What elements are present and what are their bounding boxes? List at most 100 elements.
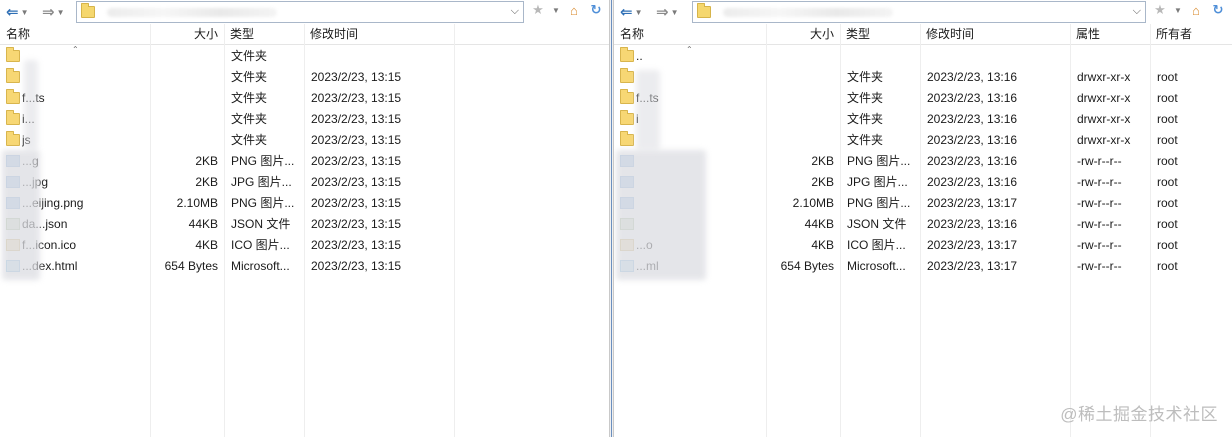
cell-perms: -rw-r--r-- — [1077, 175, 1122, 189]
remote-path-combobox[interactable]: ⌵ — [692, 1, 1146, 23]
cell-type: 文件夹 — [231, 70, 268, 84]
folder-icon — [6, 131, 20, 146]
bookmark-star-icon[interactable]: ★ — [530, 2, 546, 18]
cell-modified — [927, 46, 1067, 67]
file-row[interactable]: 2KB PNG 图片... 2023/2/23, 13:16 -rw-r--r-- ro… — [614, 151, 1232, 172]
file-row[interactable]: i文件夹2023/2/23, 13:16drwxr-xr-xroot — [614, 109, 1232, 130]
cell-type: 文件夹 — [847, 91, 884, 105]
file-row[interactable]: ...eijing.png 2.10MB PNG 图片... 2023/2/23, 1… — [0, 193, 609, 214]
file-row[interactable]: 44KB JSON 文件 2023/2/23, 13:16 -rw-r--r-- roo… — [614, 214, 1232, 235]
file-row[interactable]: 文件夹 2023/2/23, 13:15 — [0, 67, 609, 88]
cell-size: 2KB — [195, 154, 218, 168]
cell-name: f...ts — [22, 88, 148, 109]
redaction-blur — [636, 70, 660, 150]
file-row[interactable]: 文件夹 2023/2/23, 13:16 drwxr-xr-x root — [614, 130, 1232, 151]
cell-name: .. — [636, 49, 643, 63]
back-arrow-icon: ⇐ — [620, 4, 633, 21]
refresh-icon[interactable]: ↻ — [588, 2, 604, 18]
back-history-dropdown-icon[interactable]: ▼ — [635, 8, 643, 17]
column-name[interactable]: 名称 — [0, 24, 150, 45]
column-owner[interactable]: 所有者 — [1150, 24, 1232, 45]
column-name[interactable]: 名称 — [614, 24, 766, 45]
cell-name: f...icon.ico — [22, 238, 77, 252]
cell-modified: 2023/2/23, 13:15 — [311, 259, 402, 273]
chevron-down-icon[interactable]: ⌵ — [1133, 5, 1141, 18]
folder-icon — [620, 89, 634, 104]
watermark: @稀土掘金技术社区 — [1060, 405, 1218, 424]
column-type[interactable]: 类型 — [840, 24, 920, 45]
file-row[interactable]: f...ts 文件夹 2023/2/23, 13:15 — [0, 88, 609, 109]
folder-icon — [620, 68, 634, 83]
column-size[interactable]: 大小 — [766, 24, 840, 45]
local-path-combobox[interactable]: ⌵ — [76, 1, 524, 23]
cell-owner: root — [1157, 91, 1178, 105]
folder-icon — [697, 3, 711, 18]
home-icon[interactable]: ⌂ — [1188, 2, 1204, 18]
cell-modified: 2023/2/23, 13:16 — [927, 154, 1018, 168]
forward-history-dropdown-icon[interactable]: ▼ — [57, 8, 65, 17]
cell-modified: 2023/2/23, 13:15 — [311, 70, 402, 84]
cell-perms: drwxr-xr-x — [1077, 70, 1131, 84]
cell-type: 文件夹 — [231, 112, 268, 126]
cell-type: JSON 文件 — [847, 217, 907, 231]
cell-name: da...json — [22, 217, 68, 231]
cell-name: ...g — [22, 151, 148, 172]
cell-name: js — [22, 130, 148, 151]
forward-history-dropdown-icon[interactable]: ▼ — [671, 8, 679, 17]
forward-button[interactable]: ⇒ ▼ — [42, 1, 65, 23]
back-history-dropdown-icon[interactable]: ▼ — [21, 8, 29, 17]
file-row[interactable]: ...jpg 2KB JPG 图片... 2023/2/23, 13:15 — [0, 172, 609, 193]
cell-size: 2KB — [195, 175, 218, 189]
column-type[interactable]: 类型 — [224, 24, 304, 45]
cell-type: ICO 图片... — [847, 238, 906, 252]
column-modified[interactable]: 修改时间 — [304, 24, 454, 45]
cell-modified: 2023/2/23, 13:16 — [927, 112, 1018, 126]
folder-icon — [6, 110, 20, 125]
file-row[interactable]: .. — [614, 46, 1232, 67]
file-row[interactable]: f...icon.ico 4KB ICO 图片... 2023/2/23, 13:15 — [0, 235, 609, 256]
forward-button[interactable]: ⇒ ▼ — [656, 1, 679, 23]
back-button[interactable]: ⇐ ▼ — [6, 1, 29, 23]
path-text-redacted — [723, 7, 893, 17]
cell-modified: 2023/2/23, 13:17 — [927, 259, 1018, 273]
remote-path-tools: ★ ▼ ⌂ ↻ — [1152, 2, 1226, 18]
file-row[interactable]: f...ts文件夹2023/2/23, 13:16drwxr-xr-xroot — [614, 88, 1232, 109]
forward-arrow-icon: ⇒ — [656, 4, 669, 21]
file-row[interactable]: i... 文件夹 2023/2/23, 13:15 — [0, 109, 609, 130]
column-modified[interactable]: 修改时间 — [920, 24, 1070, 45]
file-row[interactable]: ...dex.html 654 Bytes Microsoft... 2023/2/2… — [0, 256, 609, 277]
bookmark-star-icon[interactable]: ★ — [1152, 2, 1168, 18]
cell-modified: 2023/2/23, 13:15 — [311, 91, 402, 105]
file-row[interactable]: 2.10MB PNG 图片... 2023/2/23, 13:17 -rw-r--r-… — [614, 193, 1232, 214]
file-row[interactable]: ...g 2KB PNG 图片... 2023/2/23, 13:15 — [0, 151, 609, 172]
column-size[interactable]: 大小 — [150, 24, 224, 45]
cell-size — [150, 67, 218, 88]
cell-modified: 2023/2/23, 13:15 — [311, 196, 402, 210]
cell-perms: -rw-r--r-- — [1077, 217, 1122, 231]
file-row[interactable]: ...o4KBICO 图片...2023/2/23, 13:17-rw-r--r… — [614, 235, 1232, 256]
cell-type: JPG 图片... — [231, 175, 292, 189]
remote-column-header: ⌃ 名称 大小 类型 修改时间 属性 所有者 — [614, 24, 1232, 54]
chevron-down-icon[interactable]: ⌵ — [511, 5, 519, 18]
local-path-tools: ★ ▼ ⌂ ↻ — [530, 2, 604, 18]
cell-modified: 2023/2/23, 13:16 — [927, 91, 1018, 105]
file-row[interactable]: da...json 44KB JSON 文件 2023/2/23, 13:15 — [0, 214, 609, 235]
folder-icon — [6, 47, 20, 62]
cell-perms: drwxr-xr-x — [1077, 112, 1131, 126]
refresh-icon[interactable]: ↻ — [1210, 2, 1226, 18]
bookmark-dropdown-icon[interactable]: ▼ — [552, 6, 560, 15]
back-button[interactable]: ⇐ ▼ — [620, 1, 643, 23]
forward-arrow-icon: ⇒ — [42, 4, 55, 21]
cell-size: 2KB — [811, 154, 834, 168]
bookmark-dropdown-icon[interactable]: ▼ — [1174, 6, 1182, 15]
home-icon[interactable]: ⌂ — [566, 2, 582, 18]
cell-size — [150, 88, 218, 109]
cell-type: PNG 图片... — [847, 154, 911, 168]
file-row[interactable]: 2KB JPG 图片... 2023/2/23, 13:16 -rw-r--r-- ro… — [614, 172, 1232, 193]
file-row[interactable]: 文件夹 — [0, 46, 609, 67]
cell-perms: -rw-r--r-- — [1077, 154, 1122, 168]
column-permissions[interactable]: 属性 — [1070, 24, 1150, 45]
file-row[interactable]: ...ml654 BytesMicrosoft...2023/2/23, 13:… — [614, 256, 1232, 277]
file-row[interactable]: js 文件夹 2023/2/23, 13:15 — [0, 130, 609, 151]
file-row[interactable]: 文件夹 2023/2/23, 13:16 drwxr-xr-x root — [614, 67, 1232, 88]
